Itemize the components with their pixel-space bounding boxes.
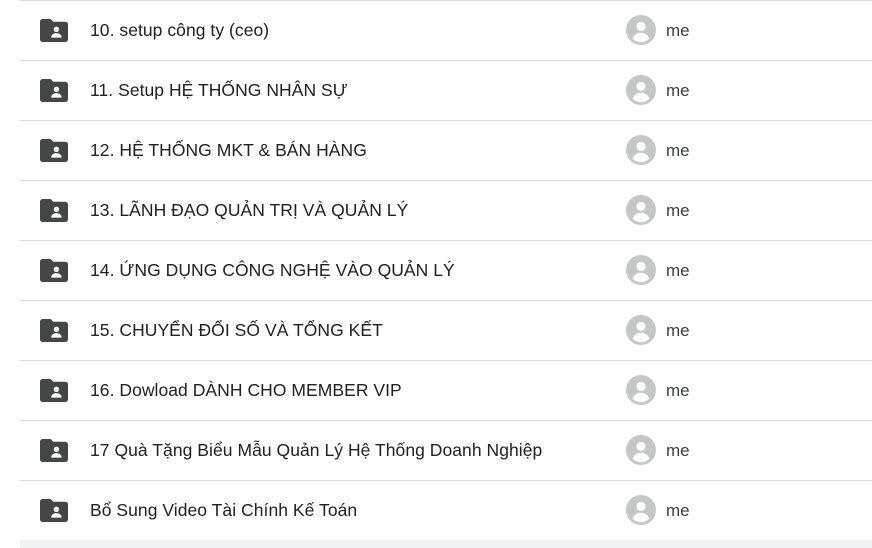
shared-folder-icon <box>40 259 68 282</box>
file-row-8[interactable]: 17 Quà Tặng Biểu Mẫu Quản Lý Hệ Thống Do… <box>20 421 872 481</box>
owner-label: me <box>666 381 690 400</box>
owner-label: me <box>666 81 690 100</box>
avatar-icon <box>626 315 656 345</box>
file-row-9[interactable]: Bổ Sung Video Tài Chính Kế Toán me <box>20 481 872 541</box>
avatar-icon <box>626 255 656 285</box>
file-row-2[interactable]: 11. Setup HỆ THỐNG NHÂN SỰ me <box>20 61 872 121</box>
file-name: 12. HỆ THỐNG MKT & BÁN HÀNG <box>90 140 367 160</box>
file-row-4[interactable]: 13. LÃNH ĐẠO QUẢN TRỊ VÀ QUẢN LÝ me <box>20 181 872 241</box>
file-name: 13. LÃNH ĐẠO QUẢN TRỊ VÀ QUẢN LÝ <box>90 200 409 220</box>
shared-folder-icon <box>40 439 68 462</box>
shared-folder-icon <box>40 379 68 402</box>
file-name: 15. CHUYỂN ĐỔI SỐ VÀ TỔNG KẾT <box>90 320 383 340</box>
file-name: 14. ỨNG DỤNG CÔNG NGHỆ VÀO QUẢN LÝ <box>90 260 455 280</box>
shared-folder-icon <box>40 499 68 522</box>
file-name: Bổ Sung Video Tài Chính Kế Toán <box>90 500 358 520</box>
file-name: 17 Quà Tặng Biểu Mẫu Quản Lý Hệ Thống Do… <box>90 440 543 460</box>
avatar-icon <box>626 495 656 525</box>
avatar-icon <box>626 375 656 405</box>
shared-folder-icon <box>40 319 68 342</box>
avatar-icon <box>626 15 656 45</box>
shared-folder-icon <box>40 79 68 102</box>
file-row-3[interactable]: 12. HỆ THỐNG MKT & BÁN HÀNG me <box>20 121 872 181</box>
owner-label: me <box>666 261 690 280</box>
owner-label: me <box>666 21 690 40</box>
file-row-7[interactable]: 16. Dowload DÀNH CHO MEMBER VIP me <box>20 361 872 421</box>
file-name: 10. setup công ty (ceo) <box>90 20 270 40</box>
owner-label: me <box>666 321 690 340</box>
file-list: 10. setup công ty (ceo) me 11. Setup HỆ … <box>0 0 872 548</box>
avatar-icon <box>626 195 656 225</box>
owner-label: me <box>666 501 690 520</box>
avatar-icon <box>626 135 656 165</box>
shared-folder-icon <box>40 199 68 222</box>
avatar-icon <box>626 75 656 105</box>
owner-label: me <box>666 201 690 220</box>
file-row-1[interactable]: 10. setup công ty (ceo) me <box>20 1 872 61</box>
file-row-6[interactable]: 15. CHUYỂN ĐỔI SỐ VÀ TỔNG KẾT me <box>20 301 872 361</box>
owner-label: me <box>666 441 690 460</box>
avatar-icon <box>626 435 656 465</box>
file-name: 16. Dowload DÀNH CHO MEMBER VIP <box>90 380 402 400</box>
owner-label: me <box>666 141 690 160</box>
shared-folder-icon <box>40 19 68 42</box>
bottom-strip <box>20 540 872 548</box>
shared-folder-icon <box>40 139 68 162</box>
file-name: 11. Setup HỆ THỐNG NHÂN SỰ <box>90 80 348 100</box>
file-row-5[interactable]: 14. ỨNG DỤNG CÔNG NGHỆ VÀO QUẢN LÝ me <box>20 241 872 301</box>
